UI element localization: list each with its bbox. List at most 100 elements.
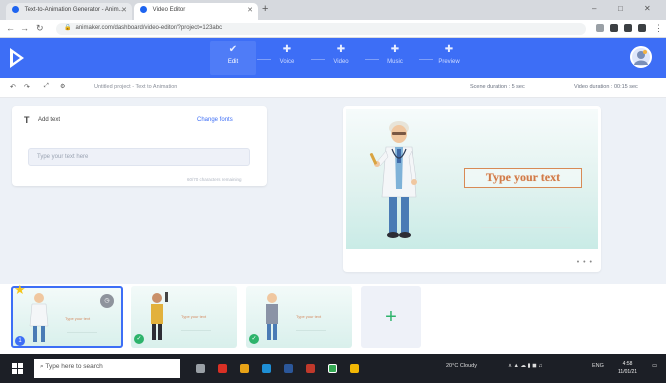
text-input[interactable]: Type your text here	[28, 148, 250, 166]
redo-icon[interactable]: ↷	[24, 83, 30, 91]
character-thumbnail-icon	[151, 292, 168, 340]
extension-icon[interactable]	[610, 24, 618, 32]
undo-icon[interactable]: ↶	[10, 83, 16, 91]
scene-thumbnail-text: Type your text	[65, 316, 91, 321]
scene-preview[interactable]: Type your text	[346, 109, 598, 249]
file-explorer-icon[interactable]	[240, 364, 249, 373]
scene-text-box[interactable]: Type your text	[464, 168, 582, 188]
change-font-link[interactable]: Change fonts	[197, 117, 233, 123]
more-options-icon[interactable]: • • •	[577, 259, 593, 266]
settings-icon[interactable]: ⚙	[60, 83, 65, 90]
windows-taskbar: ⌕ Type here to search 20°C Cloudy ∧ ▲ ☁ …	[0, 354, 666, 383]
plus-icon: ✚	[282, 44, 292, 55]
scene-number-badge: 1	[15, 336, 25, 346]
address-bar-row: ← → ↻ 🔒 animaker.com/dashboard/video-edit…	[0, 20, 666, 38]
url-text: animaker.com/dashboard/video-editor/?pro…	[75, 25, 223, 31]
browser-tab-strip: Text-to-Animation Generator - Anim... ✕ …	[0, 0, 666, 20]
extension-icon[interactable]	[596, 24, 604, 32]
scene-canvas[interactable]: Type your text • • •	[343, 106, 601, 272]
scene-thumbnail-3[interactable]: Type your text ✓	[246, 286, 352, 348]
favicon-icon	[12, 6, 19, 13]
plus-icon: ✚	[336, 44, 346, 55]
tab-label: Voice	[279, 59, 295, 65]
browser-tab-2[interactable]: Video Editor ✕	[134, 3, 258, 20]
check-icon: ✓	[249, 334, 259, 344]
scene-strip: Type your text ◷ 1 ★ Type your text ✓ Ty…	[0, 282, 666, 354]
search-icon: ⌕	[40, 363, 44, 370]
scene-duration[interactable]: Scene duration : 5 sec	[470, 84, 525, 90]
close-icon[interactable]: ✕	[121, 6, 127, 14]
app-icon[interactable]	[306, 364, 315, 373]
app-header: ✔ Edit ✚ Voice ✚ Video ✚ Music ✚ Preview	[0, 38, 666, 78]
video-duration: Video duration : 00:15 sec	[574, 84, 638, 90]
tab-title: Text-to-Animation Generator - Anim...	[24, 7, 124, 14]
clock[interactable]: 4:58 11/01/21	[618, 360, 637, 376]
add-scene-button[interactable]: +	[361, 286, 421, 348]
star-icon: ★	[14, 282, 26, 297]
menu-kebab-icon[interactable]: ⋮	[654, 23, 663, 34]
app-icon[interactable]	[350, 364, 359, 373]
extension-icon[interactable]	[638, 24, 646, 32]
scene-thumbnail-1[interactable]: Type your text ◷ 1	[11, 286, 123, 348]
lock-icon: 🔒	[64, 25, 72, 31]
language-indicator[interactable]: ENG	[592, 363, 604, 369]
project-title[interactable]: Untitled project - Text to Animation	[94, 84, 177, 90]
scene-thumbnail-2[interactable]: Type your text ✓	[131, 286, 237, 348]
character-thumbnail-icon	[266, 293, 278, 340]
char-count: 60/70 characters remaining	[187, 177, 242, 182]
extension-icon[interactable]	[624, 24, 632, 32]
tab-video[interactable]: ✚ Video	[318, 44, 364, 65]
clock-icon[interactable]: ◷	[100, 294, 114, 308]
chrome-icon[interactable]	[328, 364, 337, 373]
check-icon: ✔	[228, 44, 238, 55]
back-icon[interactable]: ←	[6, 23, 15, 33]
editor-main: T Add text Change fonts Type your text h…	[0, 98, 666, 284]
reload-icon[interactable]: ↻	[36, 23, 44, 34]
tab-edit[interactable]: ✔ Edit	[210, 41, 256, 75]
thumbnail-line	[67, 332, 97, 333]
close-window-button[interactable]: ✕	[644, 4, 651, 13]
url-field[interactable]: 🔒 animaker.com/dashboard/video-editor/?pr…	[56, 23, 586, 35]
tab-label: Video	[333, 59, 349, 65]
doctor-thumbnail-icon	[29, 293, 49, 342]
thumbnail-line	[296, 330, 326, 331]
time: 4:58	[622, 361, 633, 367]
tab-preview[interactable]: ✚ Preview	[426, 44, 472, 65]
browser-tab-1[interactable]: Text-to-Animation Generator - Anim... ✕	[6, 3, 132, 20]
forward-icon[interactable]: →	[20, 23, 29, 33]
text-panel-title: Add text	[38, 117, 61, 123]
tray-icons[interactable]: ∧ ▲ ☁ ▮ ◼ ♫	[508, 363, 542, 369]
scene-thumbnail-text: Type your text	[296, 314, 322, 319]
tab-voice[interactable]: ✚ Voice	[264, 44, 310, 65]
thumbnail-line	[181, 330, 211, 331]
user-avatar-icon	[634, 50, 648, 65]
tab-label: Edit	[227, 59, 239, 65]
maximize-button[interactable]: □	[618, 4, 623, 13]
scene-baseline	[481, 227, 571, 228]
logo-icon[interactable]	[10, 48, 24, 68]
task-view-icon[interactable]	[196, 364, 205, 373]
editor-toolbar: ↶ ↷ ⤢ ⚙ Untitled project - Text to Anima…	[0, 78, 666, 98]
minimize-button[interactable]: –	[592, 4, 596, 13]
favicon-icon	[140, 6, 147, 13]
tab-label: Preview	[438, 59, 460, 65]
tab-music[interactable]: ✚ Music	[372, 44, 418, 65]
weather-status[interactable]: 20°C Cloudy	[446, 363, 477, 369]
text-panel: T Add text Change fonts Type your text h…	[12, 106, 267, 186]
plus-icon: ✚	[390, 44, 400, 55]
avatar[interactable]	[630, 46, 652, 68]
app-icon[interactable]	[218, 364, 227, 373]
taskbar-search[interactable]: ⌕ Type here to search	[34, 359, 180, 378]
search-placeholder: Type here to search	[45, 363, 103, 370]
plus-icon: ✚	[444, 44, 454, 55]
resize-icon[interactable]: ⤢	[44, 83, 49, 90]
windows-start-icon[interactable]	[12, 363, 23, 374]
date: 11/01/21	[618, 369, 638, 375]
scene-thumbnail-text: Type your text	[181, 314, 207, 319]
edge-icon[interactable]	[262, 364, 271, 373]
app-icon[interactable]	[284, 364, 293, 373]
tab-title: Video Editor	[152, 7, 186, 14]
notification-icon[interactable]: ▭	[652, 363, 657, 369]
new-tab-button[interactable]: +	[262, 3, 268, 15]
close-icon[interactable]: ✕	[247, 6, 253, 14]
